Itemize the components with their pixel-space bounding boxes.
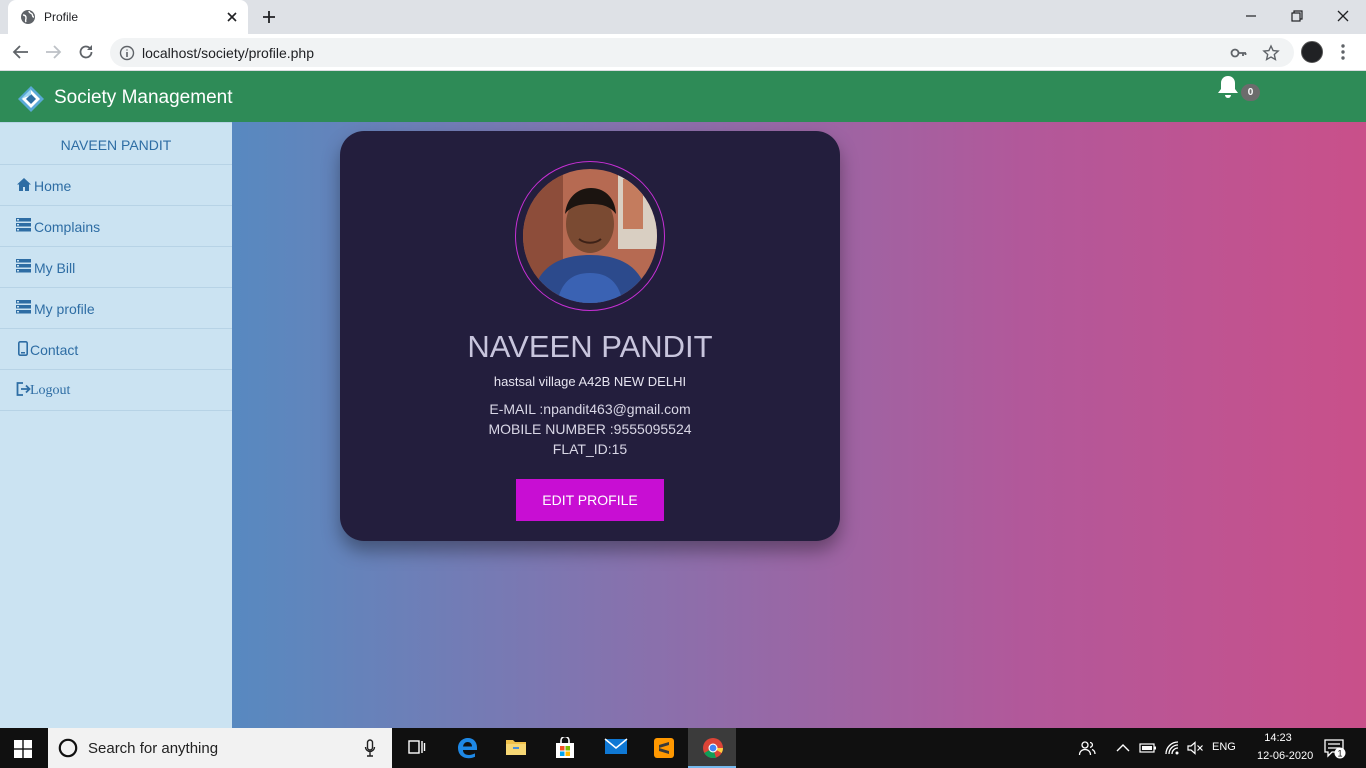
sidebar-item-my-profile[interactable]: My profile [0,288,232,329]
app-navbar: Society Management 0 [0,71,1366,122]
bell-icon[interactable] [1216,74,1240,100]
sidebar-item-label: My profile [34,301,95,317]
home-icon [16,177,32,192]
sidebar: NAVEEN PANDIT Home Complains My Bill My … [0,122,232,728]
notification-badge: 0 [1241,84,1260,101]
bookmark-star-icon[interactable] [1262,44,1280,62]
windows-start-icon[interactable] [14,740,32,758]
cortana-icon [58,738,78,758]
browser-toolbar: localhost/society/profile.php [0,34,1366,71]
chrome-icon [702,737,724,759]
tab-title: Profile [44,10,79,24]
forward-icon[interactable] [44,43,62,61]
task-view-button[interactable] [392,728,440,768]
main-content: NAVEEN PANDIT Home Complains My Bill My … [0,122,1366,728]
search-placeholder: Search for anything [88,740,219,757]
close-tab-icon[interactable] [224,9,240,25]
task-view-icon [406,737,426,757]
people-icon[interactable] [1078,740,1096,756]
edge-icon [456,737,478,759]
sublime-text-button[interactable] [639,728,687,768]
logo-icon[interactable] [17,85,45,113]
sidebar-item-my-bill[interactable]: My Bill [0,247,232,288]
folder-icon [505,737,527,757]
action-center-icon[interactable]: 1 [1324,739,1346,759]
profile-flat-id: FLAT_ID:15 [552,441,628,457]
menu-dots-icon[interactable] [1340,43,1346,61]
store-icon [554,737,576,759]
sidebar-item-label: My Bill [34,260,76,276]
clock-time[interactable]: 14:23 [1262,732,1294,744]
key-icon[interactable] [1230,45,1248,61]
brand-title[interactable]: Society Management [54,87,233,109]
minimize-icon[interactable] [1242,7,1260,25]
sidebar-item-logout[interactable]: Logout [0,370,232,411]
browser-profile-avatar[interactable] [1301,41,1323,63]
sidebar-item-complains[interactable]: Complains [0,206,232,247]
microphone-icon[interactable] [364,739,376,757]
speaker-muted-icon[interactable] [1186,740,1204,756]
battery-icon[interactable] [1139,742,1157,754]
globe-icon [20,9,36,25]
sidebar-item-home[interactable]: Home [0,165,232,206]
sidebar-item-contact[interactable]: Contact [0,329,232,370]
sidebar-item-label: Home [34,178,72,194]
browser-tab-bar: Profile [0,0,1366,34]
profile-card: NAVEEN PANDIT hastsal village A42B NEW D… [340,131,840,541]
sublime-text-icon [653,737,675,759]
sidebar-user-name: NAVEEN PANDIT [0,123,232,165]
wifi-icon[interactable] [1164,740,1180,756]
edit-profile-button[interactable]: EDIT PROFILE [516,479,664,521]
sidebar-item-label: Logout [30,383,71,398]
avatar-ring [515,161,665,311]
taskbar-search[interactable]: Search for anything [48,728,392,768]
action-center-count: 1 [1337,749,1342,759]
info-icon[interactable] [119,45,135,61]
browser-tab[interactable]: Profile [8,0,248,34]
close-window-icon[interactable] [1334,7,1352,25]
taskbar: Search for anything ENG 14:23 12-06-2020… [0,728,1366,768]
reload-icon[interactable] [77,43,95,61]
avatar [523,169,657,303]
mail-button[interactable] [590,728,638,768]
url-text: localhost/society/profile.php [142,45,314,61]
back-icon[interactable] [12,43,30,61]
profile-mobile: MOBILE NUMBER :9555095524 [488,421,692,437]
language-indicator[interactable]: ENG [1212,741,1236,753]
list-icon [16,218,31,232]
restore-icon[interactable] [1288,7,1306,25]
profile-address: hastsal village A42B NEW DELHI [493,374,687,389]
list-icon [16,259,31,273]
chrome-button[interactable] [688,728,736,768]
mail-icon [604,737,628,755]
profile-email: E-MAIL :npandit463@gmail.com [489,401,691,417]
store-button[interactable] [540,728,588,768]
sidebar-item-label: Complains [34,219,101,235]
list-icon [16,300,31,314]
new-tab-icon[interactable] [260,8,278,26]
phone-icon [18,341,28,356]
clock-date[interactable]: 12-06-2020 [1257,750,1313,762]
profile-name: NAVEEN PANDIT [467,329,713,364]
chevron-up-icon[interactable] [1116,743,1130,753]
edge-button[interactable] [442,728,490,768]
file-explorer-button[interactable] [491,728,539,768]
address-bar[interactable]: localhost/society/profile.php [110,38,1294,67]
sidebar-item-label: Contact [30,342,79,358]
